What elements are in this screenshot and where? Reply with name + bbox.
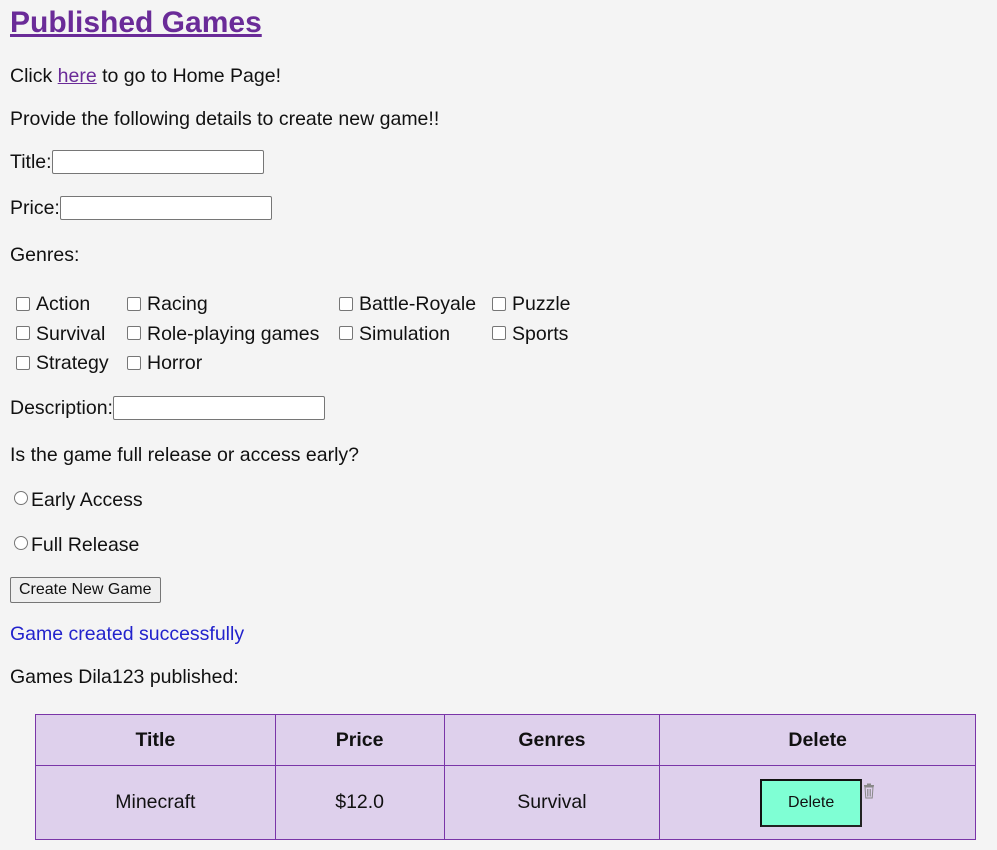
description-row: Description: <box>10 396 325 420</box>
genre-label: Strategy <box>36 352 109 375</box>
genre-label: Sports <box>512 322 569 345</box>
column-header-genres: Genres <box>443 714 661 766</box>
column-header-delete: Delete <box>659 714 976 766</box>
full-release-label: Full Release <box>31 534 140 556</box>
column-header-title: Title <box>35 714 276 766</box>
column-header-price: Price <box>274 714 445 766</box>
home-prefix: Click <box>10 65 58 87</box>
cell-title: Minecraft <box>35 765 276 840</box>
genre-option[interactable]: Horror <box>127 349 339 379</box>
genre-option[interactable]: Racing <box>127 290 339 320</box>
published-caption: Games Dila123 published: <box>10 666 239 688</box>
description-label: Description: <box>10 397 113 419</box>
genre-label: Survival <box>36 322 106 345</box>
release-question: Is the game full release or access early… <box>10 444 360 466</box>
genre-label: Battle-Royale <box>359 293 477 316</box>
table-header-row: Title Price Genres Delete <box>35 714 976 766</box>
genre-checkbox[interactable] <box>127 355 141 370</box>
cell-price: $12.0 <box>274 765 445 840</box>
early-access-option[interactable]: Early Access <box>14 488 143 512</box>
genre-option[interactable]: Puzzle <box>492 290 582 320</box>
genre-label: Puzzle <box>512 293 571 316</box>
genre-option[interactable]: Survival <box>16 320 127 350</box>
genre-option[interactable]: Battle-Royale <box>339 290 492 320</box>
genre-checkbox[interactable] <box>16 355 30 370</box>
title-input[interactable] <box>51 150 264 174</box>
price-label: Price: <box>10 197 60 219</box>
status-message: Game created successfully <box>10 623 245 645</box>
genre-option[interactable]: Simulation <box>339 320 492 350</box>
genre-checkbox[interactable] <box>16 296 30 311</box>
genre-option[interactable]: Action <box>16 290 127 320</box>
price-input[interactable] <box>59 196 272 220</box>
early-access-radio[interactable] <box>14 491 28 505</box>
price-row: Price: <box>10 196 272 220</box>
trash-icon[interactable] <box>863 783 875 799</box>
genre-label: Role-playing games <box>147 322 320 345</box>
genre-checkbox[interactable] <box>492 296 506 311</box>
home-suffix: to go to Home Page! <box>96 65 281 87</box>
genre-option[interactable]: Sports <box>492 320 582 350</box>
create-row: Create New Game <box>10 577 161 603</box>
full-release-radio[interactable] <box>14 536 28 550</box>
genre-label: Action <box>36 293 91 316</box>
genre-label: Simulation <box>359 322 451 345</box>
genre-checkbox[interactable] <box>339 296 353 311</box>
title-row: Title: <box>10 150 264 174</box>
early-access-label: Early Access <box>31 489 143 511</box>
cell-delete: Delete <box>659 765 976 840</box>
genres-label: Genres: <box>10 244 80 266</box>
genre-checkbox[interactable] <box>127 326 141 341</box>
cell-genres: Survival <box>443 765 661 840</box>
genre-option[interactable]: Strategy <box>16 349 127 379</box>
genre-option[interactable]: Role-playing games <box>127 320 339 350</box>
form-instructions: Provide the following details to create … <box>10 108 440 130</box>
home-link[interactable]: here <box>58 65 97 87</box>
genre-label: Racing <box>147 293 208 316</box>
genres-checkbox-group: Action Racing Battle-Royale Puzzle Survi… <box>16 290 582 379</box>
genre-label: Horror <box>147 352 203 375</box>
home-link-row: Click here to go to Home Page! <box>10 64 281 88</box>
table-row: Minecraft $12.0 Survival Delete <box>35 765 976 840</box>
title-label: Title: <box>10 151 52 173</box>
published-games-table: Title Price Genres Delete Minecraft $12.… <box>35 714 976 840</box>
genre-checkbox[interactable] <box>16 326 30 341</box>
page: Published Games Click here to go to Home… <box>0 0 997 850</box>
create-game-button[interactable]: Create New Game <box>10 577 161 603</box>
page-title[interactable]: Published Games <box>10 4 262 42</box>
genre-checkbox[interactable] <box>339 326 353 341</box>
delete-wrap: Delete <box>760 778 875 827</box>
description-input[interactable] <box>112 396 325 420</box>
delete-button[interactable]: Delete <box>760 778 863 827</box>
full-release-option[interactable]: Full Release <box>14 533 139 557</box>
genre-checkbox[interactable] <box>127 296 141 311</box>
genre-checkbox[interactable] <box>492 326 506 341</box>
